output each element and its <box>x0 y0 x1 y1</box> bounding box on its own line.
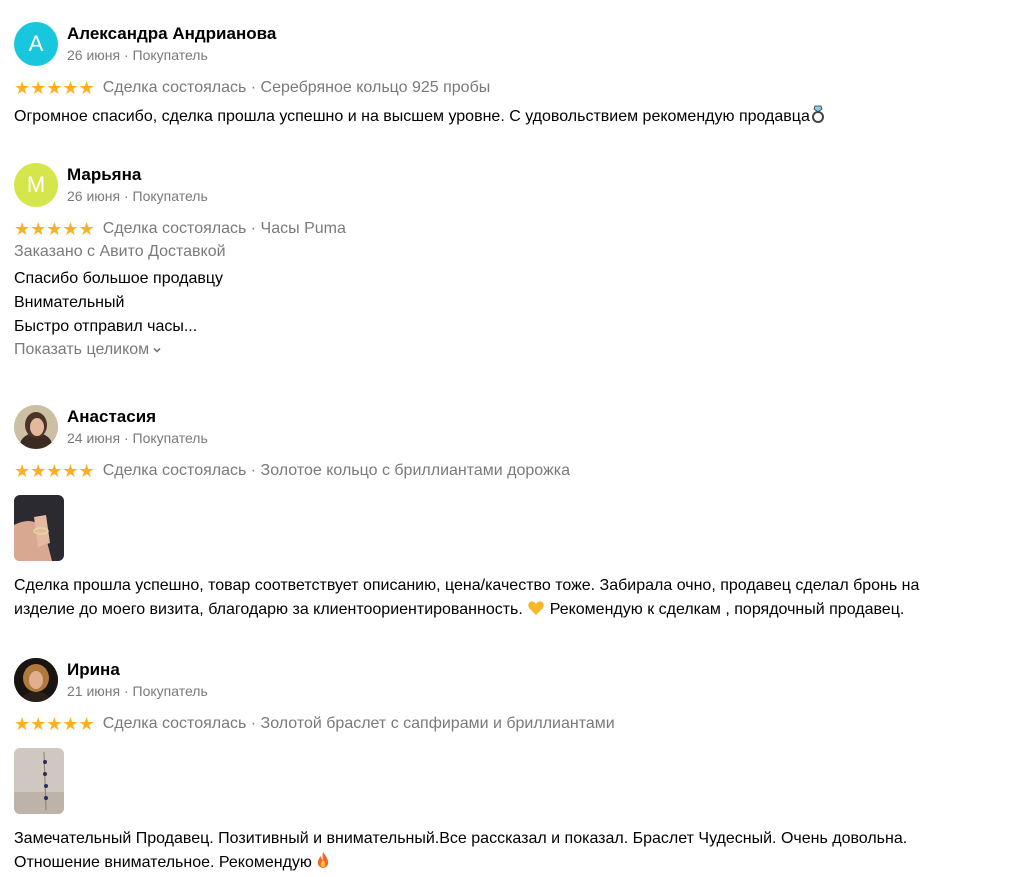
avatar[interactable]: М <box>14 163 58 207</box>
review-card: А Александра Андрианова 26 июня · Покупа… <box>14 22 1004 131</box>
avatar-letter: А <box>28 31 44 56</box>
reviewer-name[interactable]: Александра Андрианова <box>67 24 276 44</box>
star-rating: ★★★★★ <box>14 461 95 481</box>
avatar[interactable] <box>14 405 58 449</box>
review-meta: 26 июня · Покупатель <box>67 188 208 204</box>
review-text-part: Отношение внимательное. Рекомендую <box>14 854 317 871</box>
review-text-part: изделие до моего визита, благодарю за кл… <box>14 601 523 618</box>
review-card: Анастасия 24 июня · Покупатель ★★★★★ Сде… <box>14 405 1004 624</box>
rating-row: ★★★★★ Сделка состоялась · Золотой брасле… <box>14 713 1004 735</box>
review-text-line: Сделка прошла успешно, товар соответству… <box>14 577 920 594</box>
review-header: Ирина 21 июня · Покупатель <box>14 658 1004 706</box>
review-text: Замечательный Продавец. Позитивный и вни… <box>14 827 1004 877</box>
review-text-line: Быстро отправил часы... <box>14 318 198 335</box>
avatar[interactable]: А <box>14 22 58 66</box>
deal-info: Сделка состоялась · Золотой браслет с са… <box>102 715 615 732</box>
show-more-link[interactable]: Показать целиком <box>14 341 162 359</box>
review-header: М Марьяна 26 июня · Покупатель <box>14 163 1004 211</box>
rating-row: ★★★★★ Сделка состоялась · Золотое кольцо… <box>14 460 1004 482</box>
review-text: Огромное спасибо, сделка прошла успешно … <box>14 105 1004 131</box>
review-text-part: Рекомендую к сделкам , порядочный продав… <box>545 601 905 618</box>
review-header: А Александра Андрианова 26 июня · Покупа… <box>14 22 1004 70</box>
review-photo[interactable] <box>14 748 64 814</box>
review-text-line: Спасибо большое продавцу <box>14 270 224 287</box>
review-text: Сделка прошла успешно, товар соответству… <box>14 574 1004 624</box>
chevron-down-icon <box>153 347 161 353</box>
review-text-body: Огромное спасибо, сделка прошла успешно … <box>14 108 810 125</box>
review-text-line: изделие до моего визита, благодарю за кл… <box>14 598 1004 624</box>
review-text: Спасибо большое продавцу Внимательный Бы… <box>14 267 1004 339</box>
heart-hands-icon <box>527 600 545 624</box>
rating-row: ★★★★★ Сделка состоялась · Серебряное кол… <box>14 77 1004 99</box>
deal-info: Сделка состоялась · Золотое кольцо с бри… <box>102 462 570 479</box>
review-card: М Марьяна 26 июня · Покупатель ★★★★★ Сде… <box>14 163 1004 359</box>
avatar-letter: М <box>26 172 46 197</box>
show-more-label: Показать целиком <box>14 341 150 358</box>
ring-photo <box>14 495 64 561</box>
reviewer-name[interactable]: Ирина <box>67 660 120 680</box>
avatar-photo <box>14 658 58 702</box>
bracelet-photo <box>14 748 64 814</box>
reviewer-name[interactable]: Марьяна <box>67 165 141 185</box>
reviewer-name[interactable]: Анастасия <box>67 407 156 427</box>
review-meta: 26 июня · Покупатель <box>67 47 208 63</box>
review-photo[interactable] <box>14 495 64 561</box>
avatar[interactable] <box>14 658 58 702</box>
review-meta: 24 июня · Покупатель <box>67 430 208 446</box>
deal-info: Сделка состоялась · Серебряное кольцо 92… <box>102 79 491 96</box>
avatar-photo <box>14 405 58 449</box>
review-card: Ирина 21 июня · Покупатель ★★★★★ Сделка … <box>14 658 1004 877</box>
review-text-line: Замечательный Продавец. Позитивный и вни… <box>14 830 908 847</box>
rating-row: ★★★★★ Сделка состоялась · Часы Puma <box>14 218 1004 240</box>
review-text-line: Отношение внимательное. Рекомендую <box>14 851 1004 877</box>
deal-info: Сделка состоялась · Часы Puma <box>102 220 346 237</box>
review-header: Анастасия 24 июня · Покупатель <box>14 405 1004 453</box>
star-rating: ★★★★★ <box>14 714 95 734</box>
ring-icon <box>810 105 826 131</box>
star-rating: ★★★★★ <box>14 78 95 98</box>
review-meta: 21 июня · Покупатель <box>67 683 208 699</box>
delivery-note: Заказано с Авито Доставкой <box>14 243 226 260</box>
fire-icon <box>316 851 330 877</box>
star-rating: ★★★★★ <box>14 219 95 239</box>
review-text-line: Внимательный <box>14 294 125 311</box>
